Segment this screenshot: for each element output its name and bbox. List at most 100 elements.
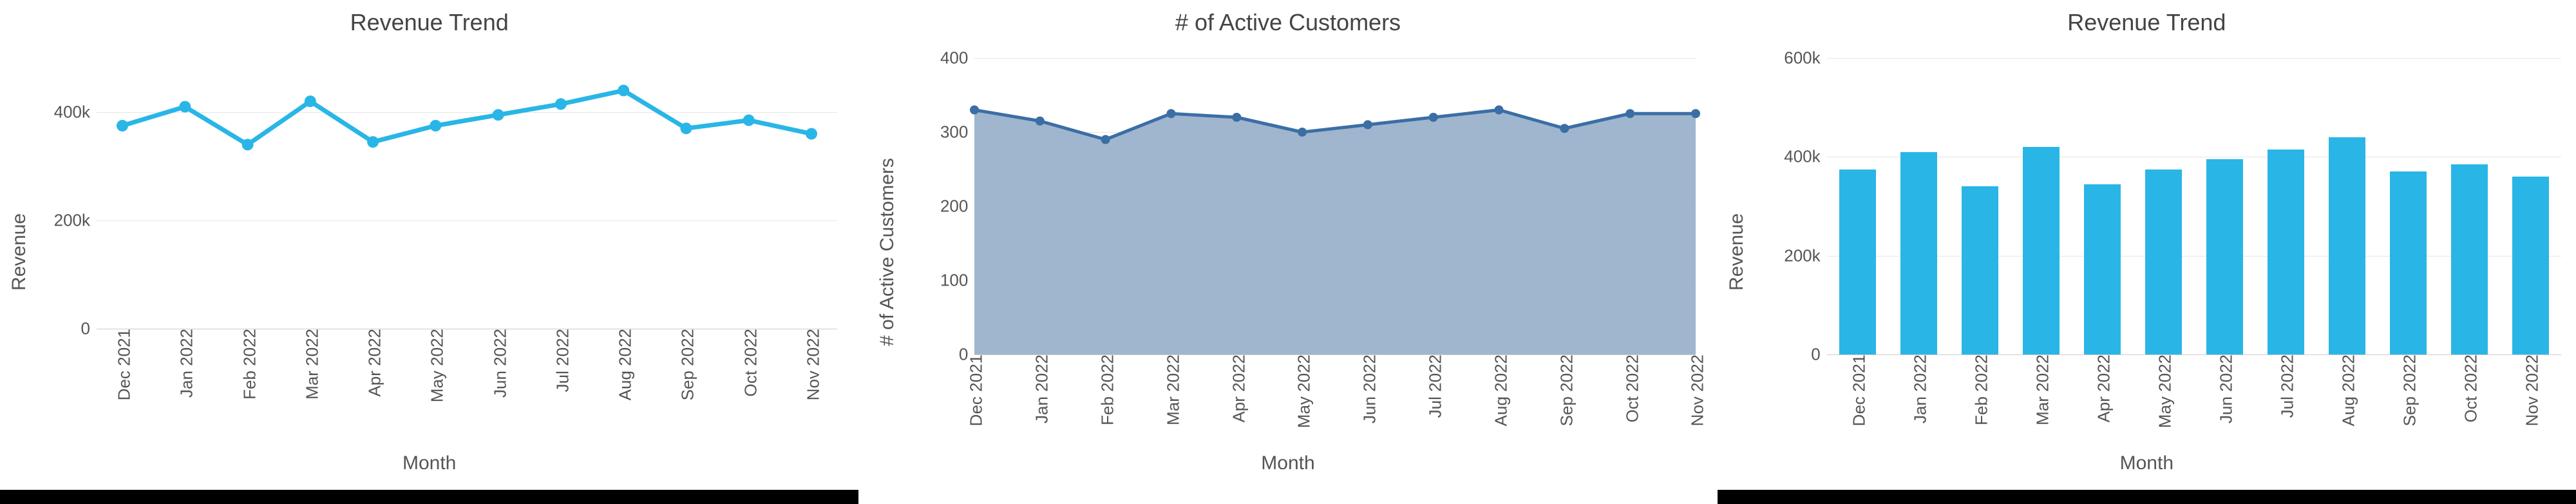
y-tick-label: 200k xyxy=(54,211,97,231)
x-axis-label: Month xyxy=(0,452,858,474)
y-tick-label: 0 xyxy=(81,319,97,339)
x-tick-label: Sep 2022 xyxy=(674,329,698,400)
data-point xyxy=(618,84,629,96)
data-point xyxy=(1626,109,1635,118)
bar xyxy=(2268,150,2304,354)
bar xyxy=(1839,170,1876,355)
y-tick-label: 200 xyxy=(940,197,974,217)
chart-title: # of Active Customers xyxy=(858,0,1717,36)
x-tick-label: Sep 2022 xyxy=(2396,354,2420,426)
y-tick-label: 300 xyxy=(940,122,974,142)
data-point xyxy=(242,139,254,150)
x-tick-label: Mar 2022 xyxy=(1159,354,1183,425)
area-fill xyxy=(974,110,1696,355)
x-tick-label: Jul 2022 xyxy=(2274,354,2298,418)
x-tick-label: Feb 2022 xyxy=(1094,354,1117,425)
x-axis-label: Month xyxy=(858,452,1717,474)
x-tick-label: Jul 2022 xyxy=(549,329,573,392)
bar xyxy=(2329,137,2365,354)
bar xyxy=(2084,184,2121,355)
data-point xyxy=(806,128,817,140)
data-point xyxy=(117,120,128,131)
x-tick-label: Jun 2022 xyxy=(486,329,510,398)
x-tick-label: Jan 2022 xyxy=(1028,354,1052,423)
x-tick-label: May 2022 xyxy=(424,329,448,402)
x-tick-label: Nov 2022 xyxy=(1684,354,1708,426)
plot-area: 0200k400k600kDec 2021Jan 2022Feb 2022Mar… xyxy=(1827,58,2561,354)
y-tick-label: 600k xyxy=(1784,48,1826,68)
y-axis-label: Revenue xyxy=(1726,213,1748,291)
x-tick-label: Aug 2022 xyxy=(1487,354,1511,426)
x-tick-label: Oct 2022 xyxy=(1618,354,1642,423)
x-tick-label: Mar 2022 xyxy=(298,329,322,400)
bar xyxy=(2206,159,2243,354)
x-tick-label: Jan 2022 xyxy=(1907,354,1931,423)
x-tick-label: Aug 2022 xyxy=(2335,354,2359,426)
y-axis-label: Revenue xyxy=(8,213,30,291)
y-tick-label: 400k xyxy=(1784,147,1826,167)
chart-title: Revenue Trend xyxy=(0,0,858,36)
x-tick-label: Aug 2022 xyxy=(612,329,636,400)
data-point xyxy=(555,98,567,110)
y-tick-label: 0 xyxy=(1811,345,1826,365)
chart-revenue-line: Revenue Trend Revenue 0200k400kDec 2021J… xyxy=(0,0,858,504)
data-point xyxy=(1429,113,1438,122)
x-tick-label: Nov 2022 xyxy=(800,329,824,400)
data-point xyxy=(1036,117,1045,126)
x-tick-label: Apr 2022 xyxy=(361,329,385,397)
data-point xyxy=(970,106,979,115)
y-tick-label: 400 xyxy=(940,48,974,68)
data-point xyxy=(1560,124,1569,133)
data-point xyxy=(367,136,379,148)
data-point xyxy=(493,109,504,121)
data-point xyxy=(430,120,441,131)
bottom-strip xyxy=(1718,490,2576,504)
data-point xyxy=(179,101,191,113)
x-tick-label: Dec 2021 xyxy=(111,329,135,400)
bottom-strip xyxy=(0,490,858,504)
data-point xyxy=(1233,113,1242,122)
data-point xyxy=(305,95,316,107)
bar xyxy=(2023,147,2060,354)
x-tick-label: Jun 2022 xyxy=(2213,354,2237,423)
bar xyxy=(1900,152,1937,354)
data-point xyxy=(1495,106,1504,115)
x-axis-label: Month xyxy=(1718,452,2576,474)
x-tick-label: Jan 2022 xyxy=(173,329,197,398)
x-tick-label: Feb 2022 xyxy=(1968,354,1992,425)
bar xyxy=(2451,164,2488,354)
x-tick-label: Feb 2022 xyxy=(236,329,260,400)
bar xyxy=(2512,177,2549,354)
gridline xyxy=(1827,58,2561,59)
data-point xyxy=(1298,128,1307,137)
plot-area: 0200k400kDec 2021Jan 2022Feb 2022Mar 202… xyxy=(97,58,837,329)
x-tick-label: May 2022 xyxy=(2152,354,2175,428)
y-tick-label: 100 xyxy=(940,271,974,291)
bar xyxy=(1962,186,1998,354)
x-tick-label: Jun 2022 xyxy=(1356,354,1380,423)
x-tick-label: Nov 2022 xyxy=(2519,354,2543,426)
data-point xyxy=(680,122,692,134)
bar xyxy=(2390,171,2427,354)
x-tick-label: Sep 2022 xyxy=(1553,354,1577,426)
series-line xyxy=(122,90,811,144)
y-axis-label: # of Active Customers xyxy=(877,158,899,346)
chart-revenue-bar: Revenue Trend Revenue 0200k400k600kDec 2… xyxy=(1718,0,2576,504)
y-tick-label: 200k xyxy=(1784,246,1826,266)
data-point xyxy=(1691,109,1700,118)
chart-active-customers: # of Active Customers # of Active Custom… xyxy=(858,0,1717,504)
plot-area: 0100200300400Dec 2021Jan 2022Feb 2022Mar… xyxy=(974,58,1696,354)
data-point xyxy=(1101,135,1110,144)
x-tick-label: Dec 2021 xyxy=(1846,354,1870,426)
bar xyxy=(2145,170,2182,355)
y-tick-label: 400k xyxy=(54,102,97,122)
x-tick-label: Oct 2022 xyxy=(2458,354,2481,423)
data-point xyxy=(743,115,755,126)
x-tick-label: Dec 2021 xyxy=(963,354,987,426)
chart-title: Revenue Trend xyxy=(1718,0,2576,36)
x-tick-label: Apr 2022 xyxy=(1225,354,1249,423)
x-tick-label: Jul 2022 xyxy=(1422,354,1446,418)
data-point xyxy=(1167,109,1176,118)
x-tick-label: May 2022 xyxy=(1291,354,1314,428)
x-tick-label: Oct 2022 xyxy=(737,329,761,397)
